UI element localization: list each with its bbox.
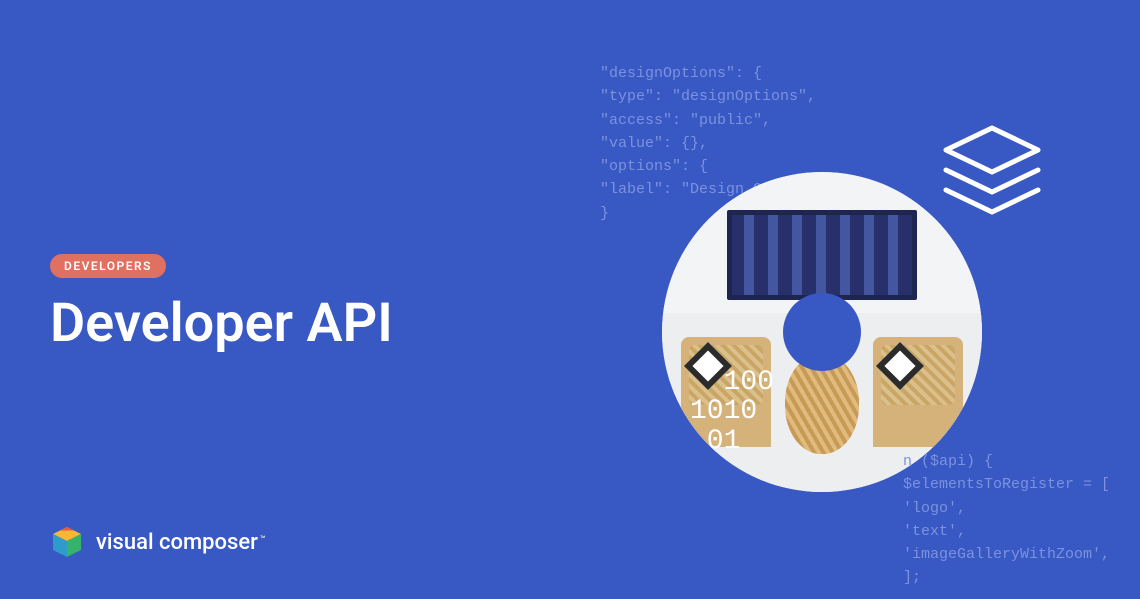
brand: visual composer™: [50, 525, 266, 559]
developers-badge: DEVELOPERS: [50, 254, 166, 278]
layers-icon: [938, 124, 1046, 220]
brand-name-wrap: visual composer™: [96, 530, 266, 555]
binary-overlay: 100 1010 01: [690, 368, 774, 456]
visual-composer-cube-icon: [50, 525, 84, 559]
page-title: Developer API: [50, 292, 393, 355]
badge-label: DEVELOPERS: [64, 259, 152, 273]
trademark-symbol: ™: [260, 535, 266, 545]
code-snippet-bottom: n ($api) { $elementsToRegister = [ 'logo…: [903, 450, 1110, 590]
brand-name: visual composer: [96, 530, 258, 555]
